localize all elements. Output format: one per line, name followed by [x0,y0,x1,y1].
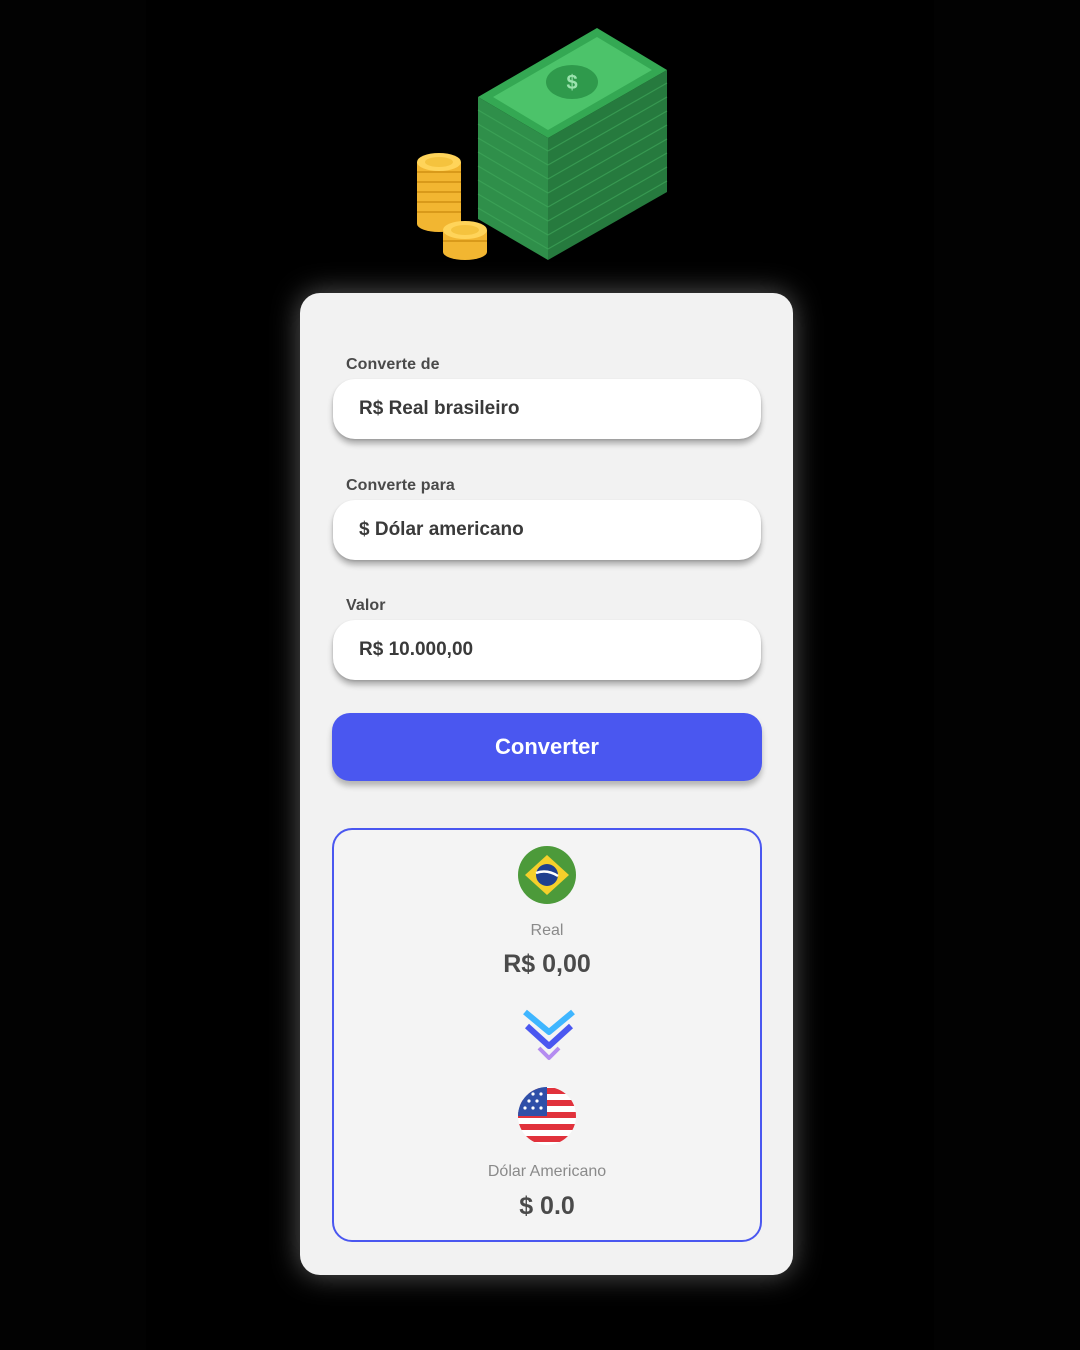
convert-button[interactable]: Converter [332,713,762,781]
double-chevron-down-icon [523,1009,575,1060]
money-stack-icon: $ [417,28,668,260]
result-panel: Real R$ 0,00 Dólar Americano $ 0.0 [332,828,762,1242]
right-margin [934,0,1080,1350]
brazil-flag-icon [518,846,576,904]
left-margin [0,0,146,1350]
to-currency-label: Converte para [346,477,455,494]
to-currency-value: $ 0.0 [519,1192,575,1220]
svg-text:$: $ [566,72,577,94]
usa-flag-icon [518,1087,576,1145]
to-currency-select[interactable]: $ Dólar americano [333,500,761,560]
amount-input[interactable]: R$ 10.000,00 [333,620,761,680]
from-currency-label: Converte de [346,356,440,373]
from-currency-value: R$ 0,00 [503,950,591,978]
amount-label: Valor [346,597,386,614]
to-currency-name: Dólar Americano [487,1163,607,1180]
from-currency-select[interactable]: R$ Real brasileiro [333,379,761,439]
from-currency-name: Real [530,922,564,939]
converter-card: Converte de R$ Real brasileiro Converte … [300,293,793,1275]
